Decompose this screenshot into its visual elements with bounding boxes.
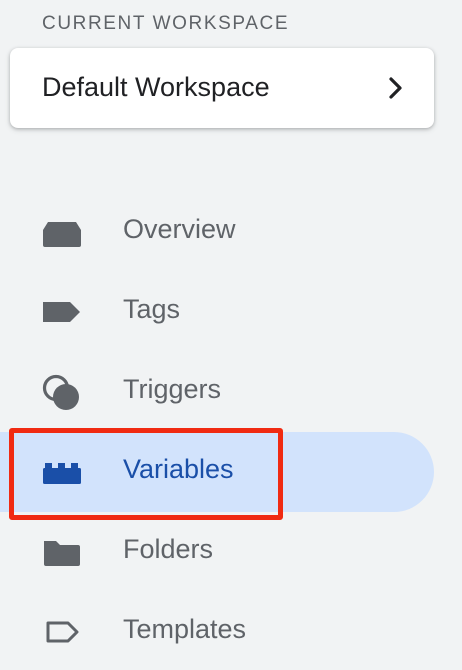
sidebar-item-templates[interactable]: Templates xyxy=(0,592,462,670)
sidebar-item-label: Triggers xyxy=(123,374,222,404)
sidebar-item-label: Folders xyxy=(123,534,214,564)
tag-icon xyxy=(43,302,80,322)
sidebar-item-folders[interactable]: Folders xyxy=(0,512,462,592)
variables-icon xyxy=(43,463,81,484)
sidebar-item-tags[interactable]: Tags xyxy=(0,272,462,352)
workspace-name: Default Workspace xyxy=(42,72,270,102)
sidebar-item-label: Tags xyxy=(123,294,181,324)
sidebar-nav: Overview Tags Triggers Variables Folders… xyxy=(0,192,462,670)
trigger-icon xyxy=(42,374,79,410)
sidebar-item-label: Templates xyxy=(123,614,247,644)
sidebar-item-overview[interactable]: Overview xyxy=(0,192,462,272)
template-icon xyxy=(46,621,79,643)
sidebar-item-label: Variables xyxy=(123,454,234,484)
sidebar-item-triggers[interactable]: Triggers xyxy=(0,352,462,432)
sidebar-item-variables[interactable]: Variables xyxy=(0,432,462,512)
folder-icon xyxy=(44,541,80,566)
overview-icon xyxy=(43,222,81,247)
current-workspace-label: CURRENT WORKSPACE xyxy=(42,13,290,34)
sidebar-panel: CURRENT WORKSPACE Default Workspace Over… xyxy=(0,0,462,670)
workspace-selector-button[interactable]: Default Workspace xyxy=(10,48,434,128)
sidebar-item-label: Overview xyxy=(123,214,236,244)
chevron-right-icon xyxy=(389,77,402,99)
